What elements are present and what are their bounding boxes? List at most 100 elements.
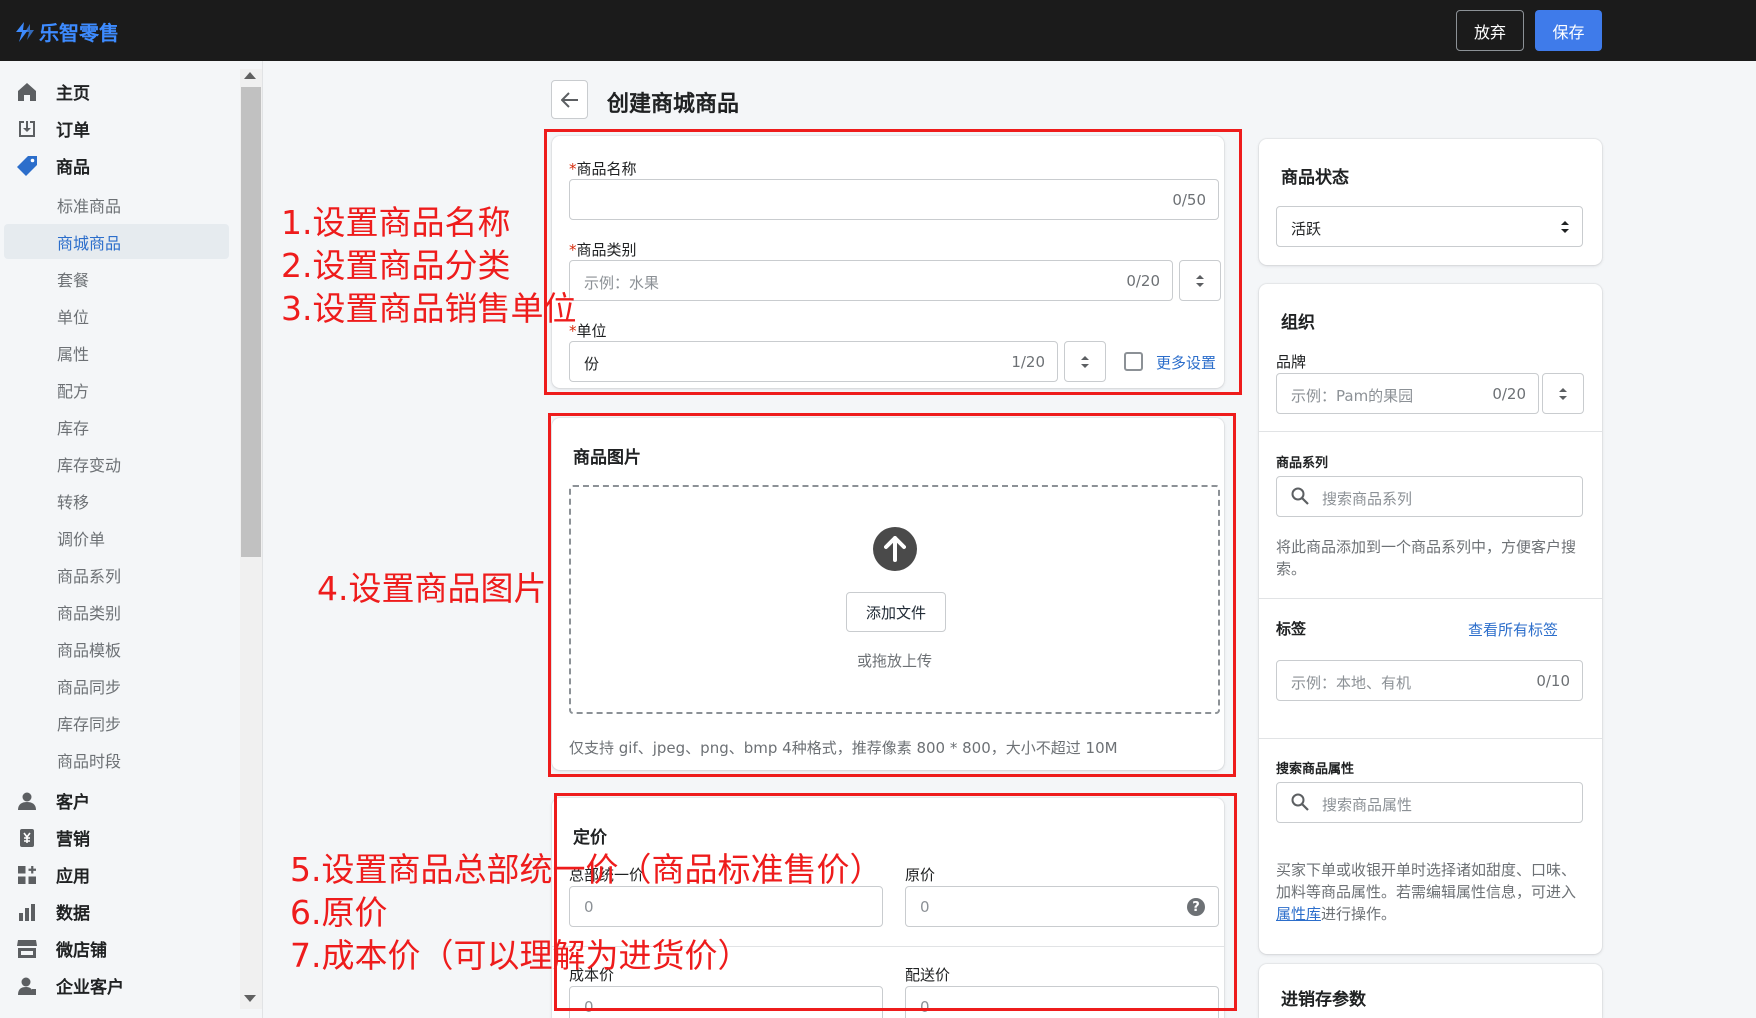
top-bar: 乐智零售 放弃 保存 xyxy=(0,0,1756,61)
sidebar-item-label: 客户 xyxy=(56,793,90,813)
organization-card: 组织 品牌 示例：Pam的果园 0/20 商品系列 搜索商品系列 将此商品添加到… xyxy=(1259,284,1602,954)
tag-icon xyxy=(16,155,38,177)
sidebar-item-combo[interactable]: 套餐 xyxy=(57,267,89,291)
sidebar-item-label: 营销 xyxy=(56,830,90,850)
sidebar-item-product-category[interactable]: 商品类别 xyxy=(57,600,121,624)
select-arrows-icon xyxy=(1561,221,1569,233)
sidebar-item-products[interactable]: 商品 xyxy=(16,153,90,178)
arrow-left-icon xyxy=(560,91,578,108)
annotation-step6: 6.原价 xyxy=(290,893,388,932)
marketing-icon xyxy=(16,827,38,849)
sidebar-item-orders[interactable]: 订单 xyxy=(16,116,90,141)
attribute-hint-text-end: 进行操作。 xyxy=(1321,905,1397,923)
search-attributes-label: 搜索商品属性 xyxy=(1276,762,1355,777)
annotation-step2: 2.设置商品分类 xyxy=(281,246,511,285)
sidebar-item-label: 企业客户 xyxy=(56,978,124,998)
person-icon xyxy=(16,790,38,812)
brand-logo[interactable]: 乐智零售 xyxy=(15,17,119,46)
sidebar-item-standard-products[interactable]: 标准商品 xyxy=(57,193,121,217)
attribute-hint: 买家下单或收银开单时选择诸如甜度、口味、加料等商品属性。若需编辑属性信息，可进入… xyxy=(1276,859,1583,925)
annotation-step4: 4.设置商品图片 xyxy=(317,569,547,608)
tags-input[interactable]: 示例：本地、有机 0/10 xyxy=(1276,660,1583,701)
store-icon xyxy=(16,938,38,960)
sidebar-item-mall-products[interactable]: 商城商品 xyxy=(57,230,121,254)
sidebar-item-home[interactable]: 主页 xyxy=(16,79,90,104)
home-icon xyxy=(16,81,38,103)
sidebar-item-apps[interactable]: 应用 xyxy=(16,862,90,887)
attribute-search-placeholder: 搜索商品属性 xyxy=(1322,796,1413,814)
back-button[interactable] xyxy=(551,80,588,119)
tags-placeholder: 示例：本地、有机 xyxy=(1291,674,1412,692)
product-status-title: 商品状态 xyxy=(1281,168,1349,188)
search-icon xyxy=(1291,793,1309,811)
sidebar-item-product-series[interactable]: 商品系列 xyxy=(57,563,121,587)
attribute-library-link[interactable]: 属性库 xyxy=(1276,905,1321,923)
sidebar-item-unit[interactable]: 单位 xyxy=(57,304,89,328)
brand-placeholder: 示例：Pam的果园 xyxy=(1291,387,1414,405)
sidebar-item-label: 主页 xyxy=(56,84,90,104)
annotation-box-basic xyxy=(544,129,1242,395)
view-all-tags-link[interactable]: 查看所有标签 xyxy=(1468,619,1558,640)
sidebar-item-label: 微店铺 xyxy=(56,941,107,961)
inventory-params-card: 进销存参数 xyxy=(1259,964,1602,1018)
organization-divider xyxy=(1259,598,1602,599)
page-title: 创建商城商品 xyxy=(607,92,740,117)
organization-divider xyxy=(1259,431,1602,432)
sidebar-item-recipe[interactable]: 配方 xyxy=(57,378,89,402)
sidebar-item-business-customers[interactable]: 企业客户 xyxy=(16,973,124,998)
sidebar-item-customers[interactable]: 客户 xyxy=(16,788,90,813)
annotation-box-images xyxy=(548,413,1236,777)
sidebar-scroll-thumb[interactable] xyxy=(241,87,261,557)
brand-label: 品牌 xyxy=(1276,353,1307,371)
product-series-placeholder: 搜索商品系列 xyxy=(1322,490,1413,508)
sidebar-item-product-timeslot[interactable]: 商品时段 xyxy=(57,748,121,772)
sidebar-item-label: 商品 xyxy=(56,158,90,178)
sidebar-item-data[interactable]: 数据 xyxy=(16,899,90,924)
sidebar-item-product-template[interactable]: 商品模板 xyxy=(57,637,121,661)
scroll-up-icon[interactable] xyxy=(244,72,256,79)
sidebar-item-marketing[interactable]: 营销 xyxy=(16,825,90,850)
annotation-step5: 5.设置商品总部统一价（商品标准售价） xyxy=(290,850,883,889)
sidebar-item-attribute[interactable]: 属性 xyxy=(57,341,89,365)
sidebar-item-microstore[interactable]: 微店铺 xyxy=(16,936,107,961)
product-status-select[interactable]: 活跃 xyxy=(1276,206,1583,247)
product-series-search[interactable]: 搜索商品系列 xyxy=(1276,476,1583,517)
sidebar: 主页 订单 商品 标准商品 商城商品 套餐 单位 属性 配方 库存 库存变动 转… xyxy=(0,61,263,1018)
brand-count: 0/20 xyxy=(1492,385,1526,403)
brand-select-stepper[interactable] xyxy=(1542,373,1584,414)
brand-input[interactable]: 示例：Pam的果园 0/20 xyxy=(1276,373,1539,414)
attribute-search[interactable]: 搜索商品属性 xyxy=(1276,782,1583,823)
sidebar-item-transfer[interactable]: 转移 xyxy=(57,489,89,513)
sidebar-item-product-sync[interactable]: 商品同步 xyxy=(57,674,121,698)
logo-icon xyxy=(16,21,34,42)
sidebar-item-label: 数据 xyxy=(56,904,90,924)
business-customer-icon xyxy=(16,975,38,997)
apps-icon xyxy=(16,864,38,886)
sidebar-item-inventory-sync[interactable]: 库存同步 xyxy=(57,711,121,735)
sidebar-item-inventory-change[interactable]: 库存变动 xyxy=(57,452,121,476)
save-button[interactable]: 保存 xyxy=(1535,10,1602,51)
select-arrows-icon xyxy=(1559,387,1567,400)
product-status-card: 商品状态 活跃 xyxy=(1259,139,1602,265)
sidebar-item-price-adjust[interactable]: 调价单 xyxy=(57,526,105,550)
scroll-down-icon[interactable] xyxy=(244,995,256,1002)
attribute-hint-text: 买家下单或收银开单时选择诸如甜度、口味、加料等商品属性。若需编辑属性信息，可进入 xyxy=(1276,861,1577,901)
product-series-hint: 将此商品添加到一个商品系列中，方便客户搜索。 xyxy=(1276,538,1577,578)
annotation-step1: 1.设置商品名称 xyxy=(281,203,511,242)
sidebar-item-inventory[interactable]: 库存 xyxy=(57,415,89,439)
brand-name: 乐智零售 xyxy=(39,21,119,45)
sidebar-item-label: 订单 xyxy=(56,121,90,141)
tags-count: 0/10 xyxy=(1536,672,1570,690)
sidebar-item-label: 应用 xyxy=(56,867,90,887)
chart-icon xyxy=(16,901,38,923)
product-status-value: 活跃 xyxy=(1291,220,1322,238)
organization-title: 组织 xyxy=(1281,313,1315,333)
search-icon xyxy=(1291,487,1309,505)
discard-button[interactable]: 放弃 xyxy=(1456,10,1524,51)
tags-label: 标签 xyxy=(1276,620,1307,638)
organization-divider xyxy=(1259,738,1602,739)
orders-icon xyxy=(16,118,38,140)
product-series-label: 商品系列 xyxy=(1276,456,1329,471)
annotation-box-pricing xyxy=(554,793,1237,1011)
annotation-step7: 7.成本价（可以理解为进货价） xyxy=(290,936,751,975)
